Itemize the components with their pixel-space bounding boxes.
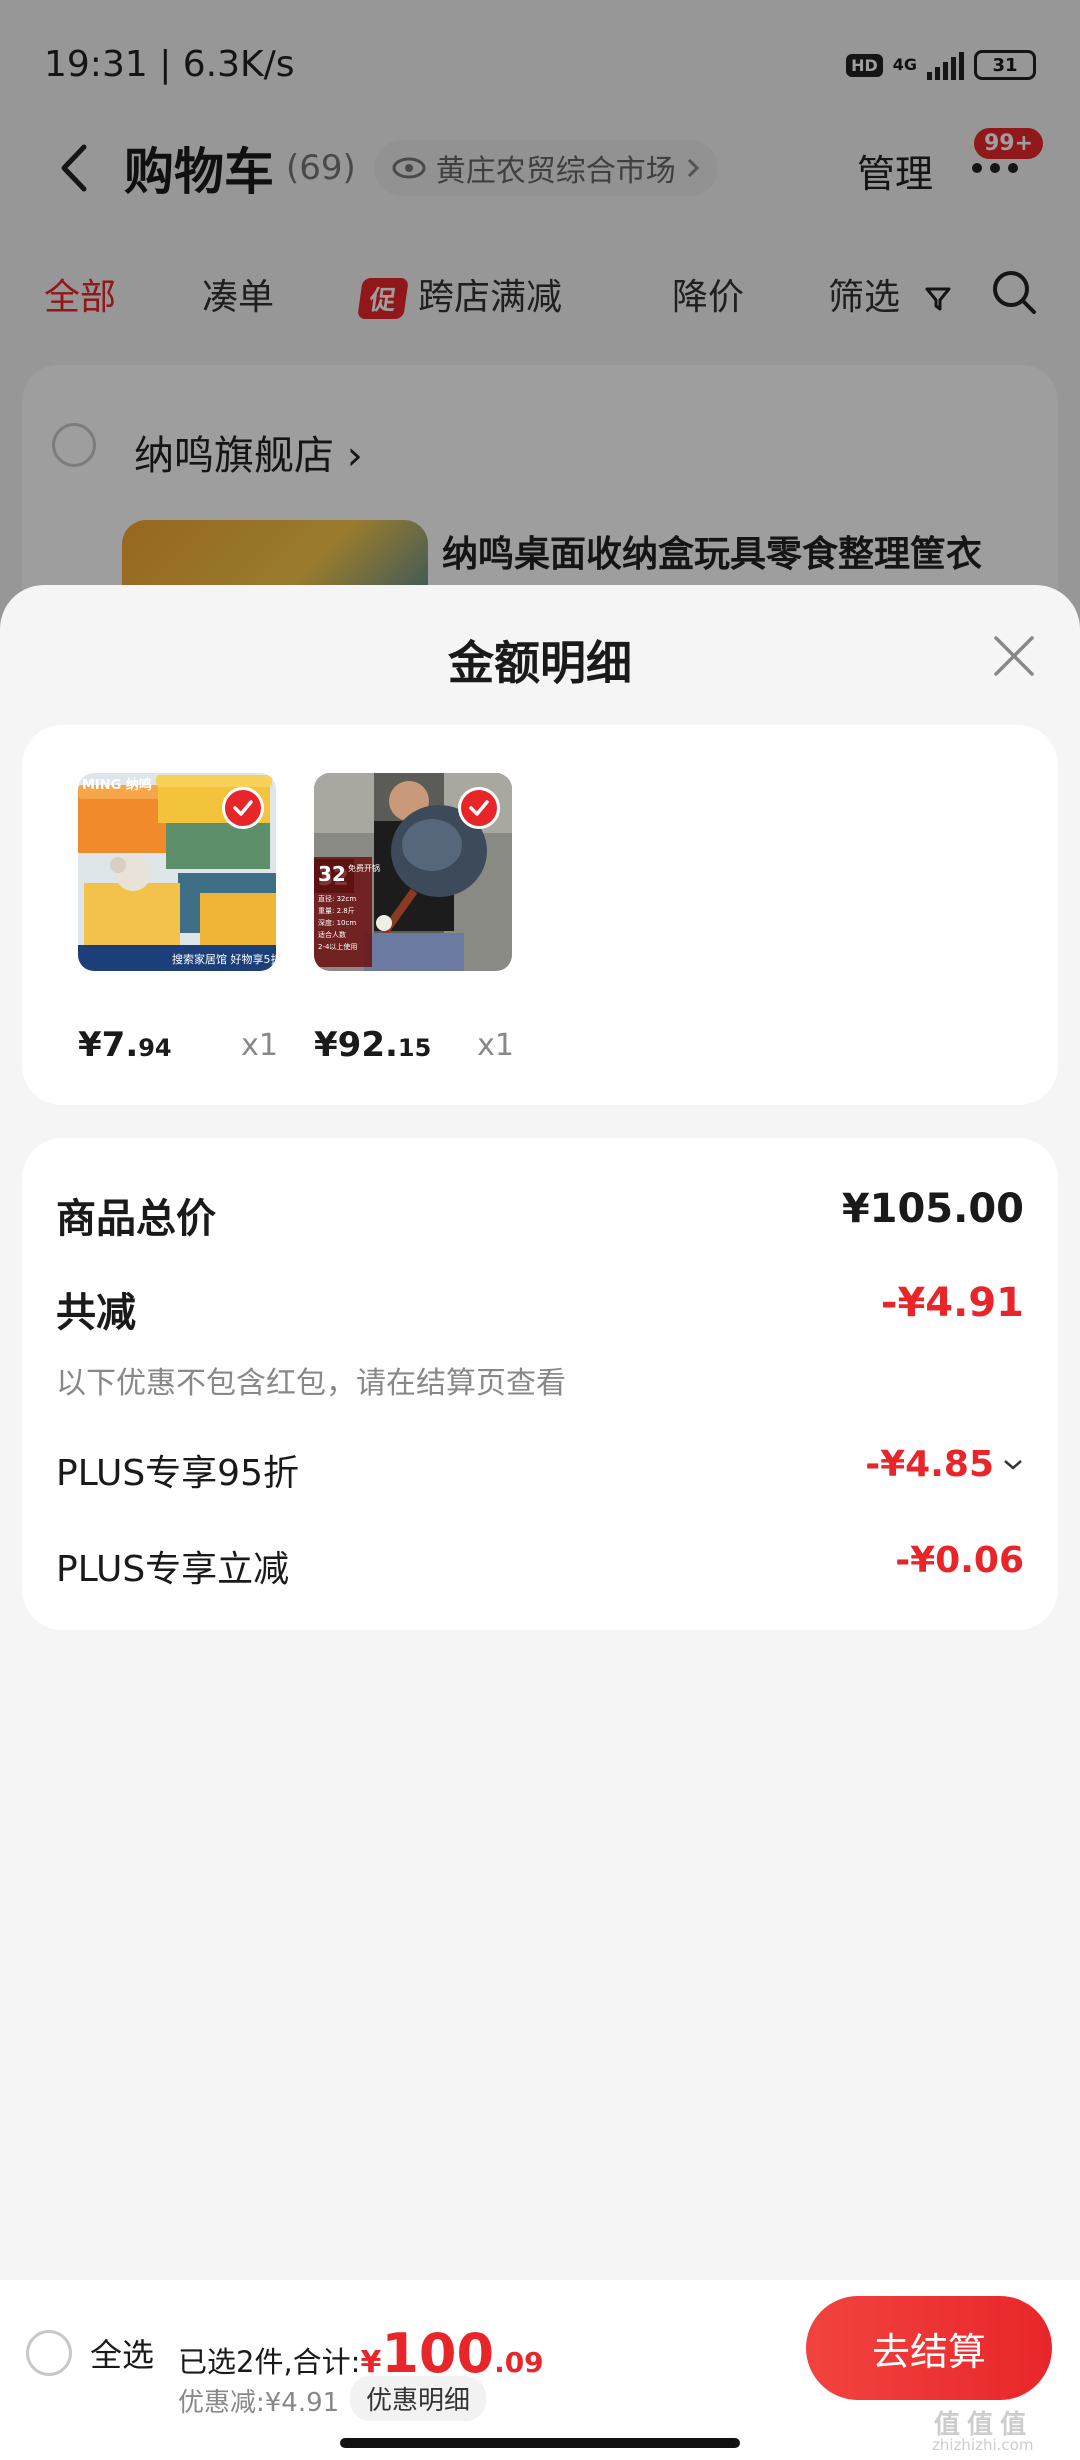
selected-count: 已选2件,合计: [178, 2345, 361, 2379]
home-indicator[interactable] [340, 2438, 740, 2448]
close-icon[interactable] [990, 632, 1038, 680]
svg-text:重量: 2.8斤: 重量: 2.8斤 [318, 906, 355, 915]
select-all-label[interactable]: 全选 [90, 2330, 154, 2376]
selection-total: 已选2件,合计: ¥ 100 .09 [178, 2322, 544, 2385]
select-all-radio[interactable] [26, 2330, 72, 2376]
svg-text:深度: 10cm: 深度: 10cm [318, 918, 356, 927]
svg-text:适合人数: 适合人数 [318, 930, 346, 939]
svg-text:免费开锅: 免费开锅 [348, 863, 380, 873]
discount-label: 共减 [56, 1290, 136, 1336]
plus-95-value: -¥4.85 [865, 1444, 994, 1485]
storage-box-promo: 搜索家居馆 好物享5折 [172, 952, 276, 966]
selected-items-card: MING 纳鸣 搜索家居馆 好物享5折 ¥7.94 x1 32 免费开锅 直径:… [22, 725, 1058, 1105]
watermark-url: zhizhizhi.com [932, 2436, 1034, 2454]
storage-box-brand: MING 纳鸣 [82, 777, 152, 793]
discount-value: -¥4.91 [880, 1280, 1024, 1326]
item-storage-box[interactable]: MING 纳鸣 搜索家居馆 好物享5折 ¥7.94 x1 [78, 773, 278, 1065]
total-value: ¥105.00 [841, 1186, 1024, 1232]
svg-text:32: 32 [318, 862, 346, 886]
total-currency: ¥ [360, 2345, 382, 2380]
amount-detail-sheet: 金额明细 MING 纳鸣 搜索家居馆 好物享5折 ¥7.94 x1 32 免费开… [0, 585, 1080, 2460]
storage-box-thumbnail: MING 纳鸣 搜索家居馆 好物享5折 [78, 773, 276, 971]
checkout-bar: 全选 已选2件,合计: ¥ 100 .09 优惠减:¥4.91 优惠明细 去结算… [0, 2280, 1080, 2460]
item-wok[interactable]: 32 32 免费开锅 直径: 32cm 重量: 2.8斤 深度: 10cm 适合… [314, 773, 514, 1065]
plus-instant-label: PLUS专享立减 [56, 1549, 290, 1590]
checked-icon[interactable] [458, 787, 500, 829]
saved-amount: 优惠减:¥4.91 [178, 2388, 340, 2418]
item-price: ¥7.94 [78, 1025, 172, 1065]
plus-95-row[interactable]: -¥4.85 [865, 1444, 1024, 1485]
plus-95-label: PLUS专享95折 [56, 1453, 299, 1494]
checkout-button[interactable]: 去结算 [806, 2296, 1052, 2400]
item-quantity: x1 [241, 1028, 278, 1063]
wok-thumbnail: 32 32 免费开锅 直径: 32cm 重量: 2.8斤 深度: 10cm 适合… [314, 773, 512, 971]
svg-text:直径: 32cm: 直径: 32cm [318, 894, 356, 903]
chevron-down-icon [1004, 1459, 1022, 1470]
price-summary-card: 商品总价 ¥105.00 共减 -¥4.91 以下优惠不包含红包，请在结算页查看… [22, 1138, 1058, 1630]
svg-text:2-4以上使用: 2-4以上使用 [318, 942, 357, 951]
checked-icon[interactable] [222, 787, 264, 829]
total-decimal: .09 [494, 2346, 544, 2379]
item-price: ¥92.15 [314, 1025, 432, 1065]
item-quantity: x1 [477, 1028, 514, 1063]
discount-detail-button[interactable]: 优惠明细 [350, 2376, 487, 2421]
discount-note: 以下优惠不包含红包，请在结算页查看 [56, 1366, 566, 1401]
sheet-title: 金额明细 [448, 636, 632, 690]
plus-instant-value: -¥0.06 [895, 1540, 1024, 1581]
total-label: 商品总价 [56, 1196, 216, 1242]
